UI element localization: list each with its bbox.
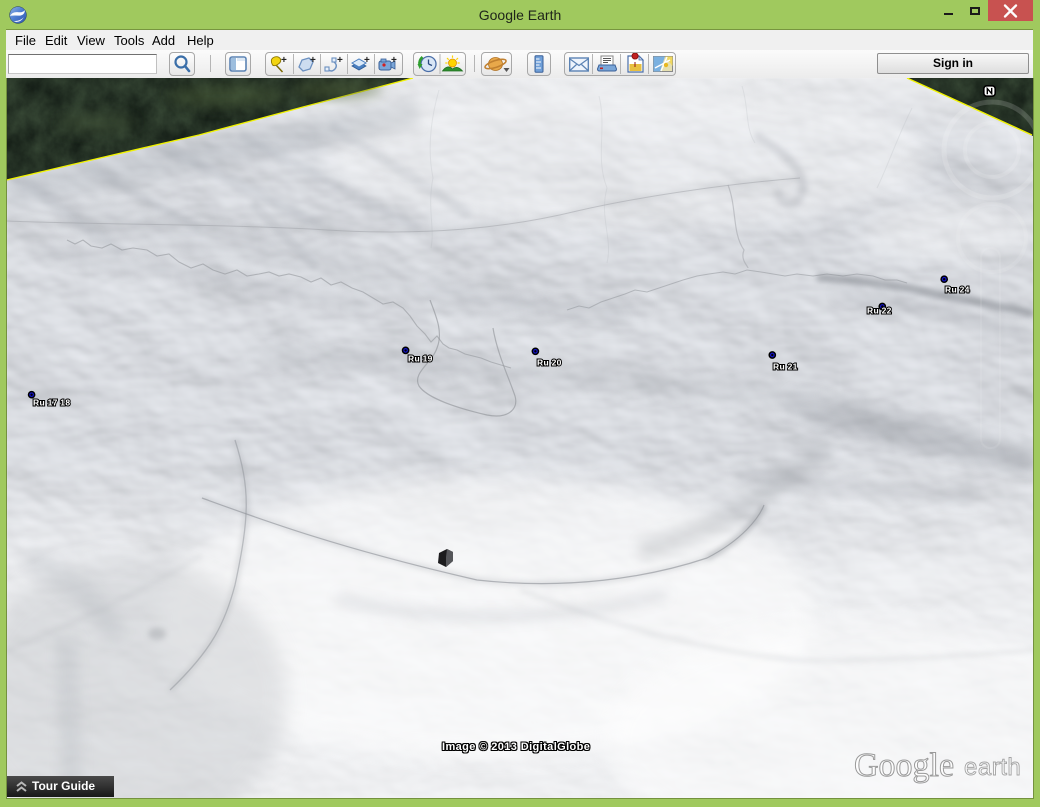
svg-text:Ru 19: Ru 19	[408, 354, 433, 364]
svg-text:+: +	[337, 55, 343, 66]
svg-text:Ru 21: Ru 21	[773, 362, 798, 372]
svg-text:+: +	[391, 55, 397, 66]
svg-text:+: +	[310, 55, 316, 66]
svg-text:Ru 22: Ru 22	[867, 306, 892, 316]
svg-text:Google: Google	[854, 747, 954, 784]
svg-text:+: +	[364, 55, 370, 66]
svg-text:Ru 20: Ru 20	[537, 358, 562, 368]
svg-text:Ru 17 18: Ru 17 18	[33, 398, 70, 408]
svg-text:Ru 24: Ru 24	[945, 285, 970, 295]
svg-text:earth: earth	[964, 754, 1021, 781]
svg-text:+: +	[281, 55, 287, 66]
